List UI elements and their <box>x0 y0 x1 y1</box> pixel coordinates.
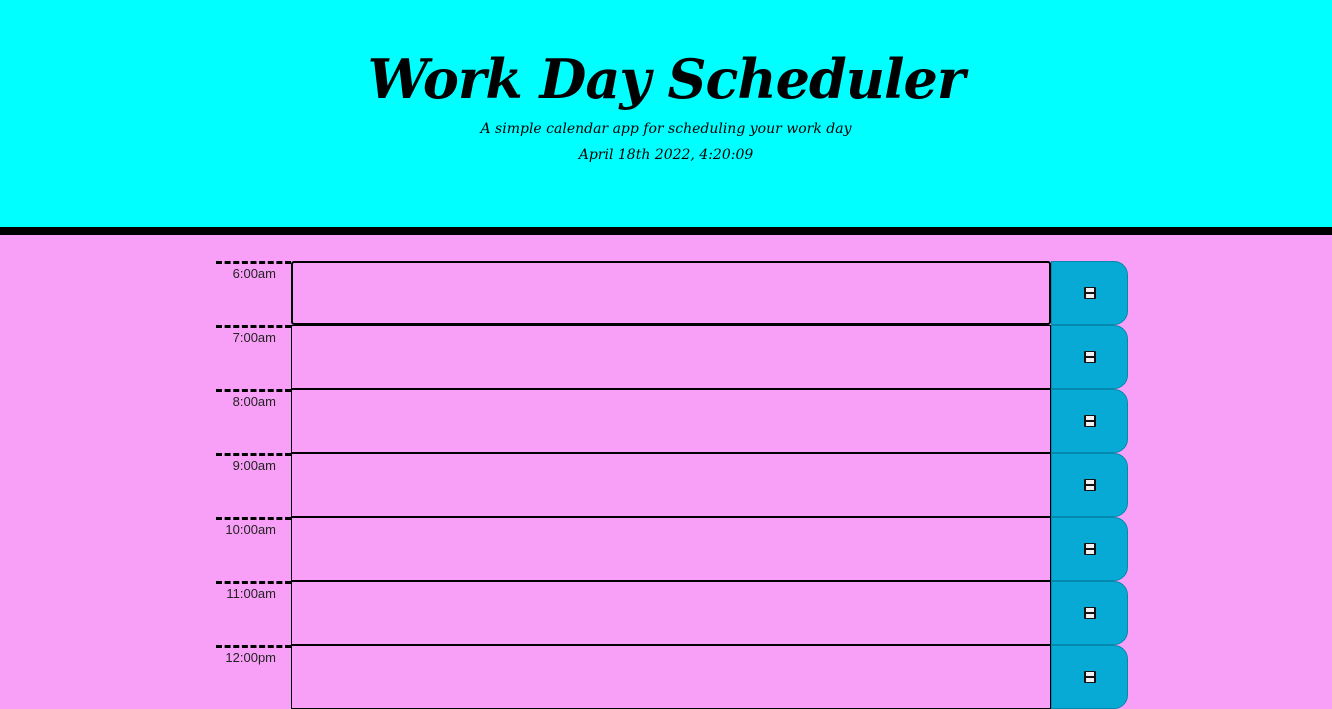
save-button[interactable] <box>1051 517 1128 581</box>
time-block-row: 12:00pm <box>216 645 1128 709</box>
event-description-input[interactable] <box>291 645 1051 709</box>
floppy-disk-icon <box>1083 543 1096 555</box>
time-block-row: 9:00am <box>216 453 1128 517</box>
page-title: Work Day Scheduler <box>367 47 966 111</box>
event-description-input[interactable] <box>291 453 1051 517</box>
current-day: April 18th 2022, 4:20:09 <box>578 147 754 163</box>
time-block-row: 10:00am <box>216 517 1128 581</box>
floppy-disk-icon <box>1083 671 1096 683</box>
event-description-input[interactable] <box>291 261 1051 325</box>
header: Work Day Scheduler A simple calendar app… <box>0 0 1332 235</box>
hour-label: 7:00am <box>216 325 291 389</box>
page-subtitle: A simple calendar app for scheduling you… <box>480 121 852 137</box>
save-button[interactable] <box>1051 645 1128 709</box>
time-block-row: 7:00am <box>216 325 1128 389</box>
hour-label: 6:00am <box>216 261 291 325</box>
hour-label: 12:00pm <box>216 645 291 709</box>
time-block-row: 8:00am <box>216 389 1128 453</box>
floppy-disk-icon <box>1083 479 1096 491</box>
hour-label: 9:00am <box>216 453 291 517</box>
hour-label: 11:00am <box>216 581 291 645</box>
event-description-input[interactable] <box>291 325 1051 389</box>
event-description-input[interactable] <box>291 517 1051 581</box>
floppy-disk-icon <box>1083 287 1096 299</box>
event-description-input[interactable] <box>291 389 1051 453</box>
floppy-disk-icon <box>1083 351 1096 363</box>
save-button[interactable] <box>1051 453 1128 517</box>
floppy-disk-icon <box>1083 607 1096 619</box>
time-block-row: 6:00am <box>216 261 1128 325</box>
save-button[interactable] <box>1051 325 1128 389</box>
schedule-container: 6:00am 7:00am 8:00am 9:00am 10:00am 11:0… <box>216 261 1128 709</box>
save-button[interactable] <box>1051 581 1128 645</box>
event-description-input[interactable] <box>291 581 1051 645</box>
hour-label: 8:00am <box>216 389 291 453</box>
hour-label: 10:00am <box>216 517 291 581</box>
time-block-row: 11:00am <box>216 581 1128 645</box>
save-button[interactable] <box>1051 261 1128 325</box>
save-button[interactable] <box>1051 389 1128 453</box>
floppy-disk-icon <box>1083 415 1096 427</box>
